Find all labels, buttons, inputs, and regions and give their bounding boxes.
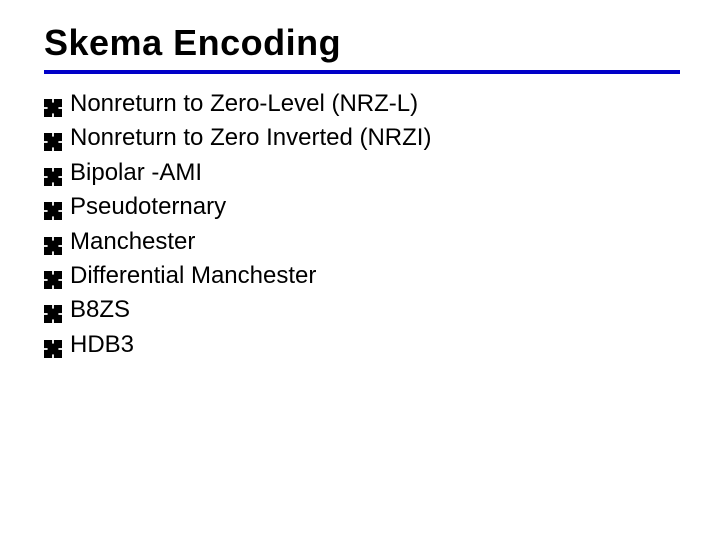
bullet-text: Bipolar -AMI (70, 157, 680, 189)
bullet-text: Manchester (70, 226, 680, 258)
bullet-text: Pseudoternary (70, 191, 680, 223)
list-item: Nonreturn to Zero-Level (NRZ-L) (44, 88, 680, 120)
list-item: Differential Manchester (44, 260, 680, 292)
slide-title: Skema Encoding (44, 22, 680, 64)
bullet-icon (44, 128, 62, 146)
list-item: Bipolar -AMI (44, 157, 680, 189)
bullet-icon (44, 335, 62, 353)
bullet-icon (44, 266, 62, 284)
bullet-icon (44, 94, 62, 112)
bullet-text: B8ZS (70, 294, 680, 326)
title-underline (44, 70, 680, 74)
bullet-text: Differential Manchester (70, 260, 680, 292)
list-item: B8ZS (44, 294, 680, 326)
bullet-icon (44, 163, 62, 181)
bullet-icon (44, 232, 62, 250)
list-item: HDB3 (44, 329, 680, 361)
slide: Skema Encoding Nonreturn to Zero-Level (… (0, 0, 720, 540)
bullet-text: HDB3 (70, 329, 680, 361)
list-item: Manchester (44, 226, 680, 258)
bullet-icon (44, 300, 62, 318)
bullet-icon (44, 197, 62, 215)
bullet-text: Nonreturn to Zero-Level (NRZ-L) (70, 88, 680, 120)
list-item: Pseudoternary (44, 191, 680, 223)
bullet-text: Nonreturn to Zero Inverted (NRZI) (70, 122, 680, 154)
bullet-list: Nonreturn to Zero-Level (NRZ-L) Nonretur… (44, 88, 680, 361)
list-item: Nonreturn to Zero Inverted (NRZI) (44, 122, 680, 154)
